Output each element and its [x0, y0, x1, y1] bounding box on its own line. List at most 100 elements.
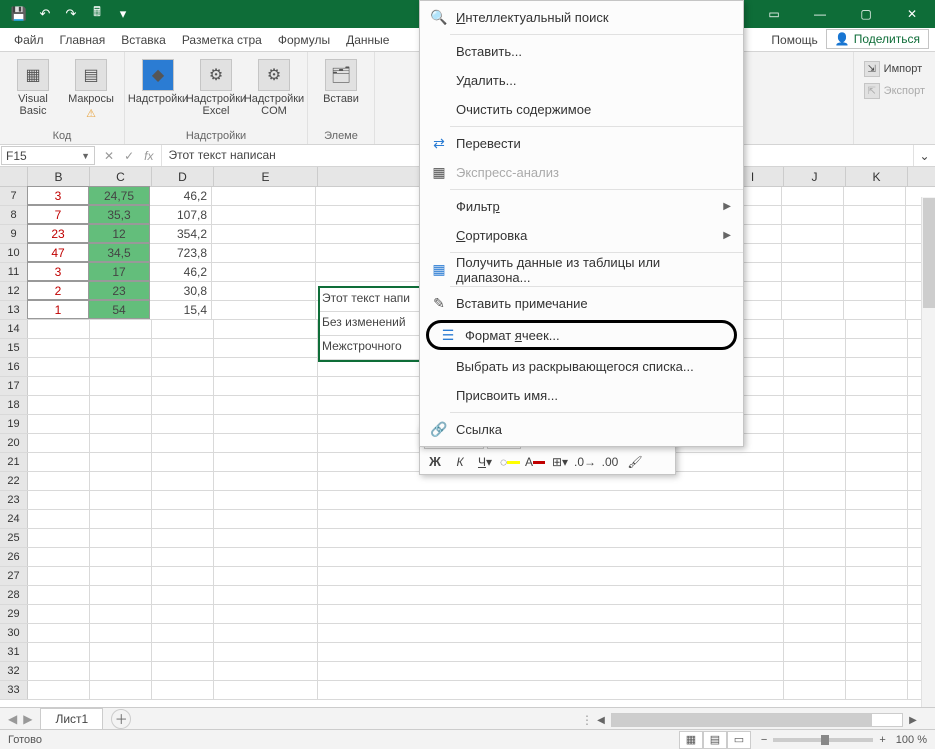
cell[interactable]: [784, 586, 846, 604]
cell[interactable]: [152, 643, 214, 661]
tab-formulas[interactable]: Формулы: [270, 29, 338, 51]
visual-basic-button[interactable]: ▦Visual Basic: [6, 55, 60, 117]
cell[interactable]: [722, 605, 784, 623]
row-header[interactable]: 24: [0, 510, 28, 528]
cell[interactable]: [722, 681, 784, 699]
cell[interactable]: [152, 529, 214, 547]
cell[interactable]: [90, 377, 152, 395]
cell[interactable]: [152, 586, 214, 604]
cell[interactable]: [318, 491, 722, 509]
cell[interactable]: [846, 472, 908, 490]
cell[interactable]: [152, 396, 214, 414]
qat-customize-icon[interactable]: ▾: [110, 1, 136, 27]
cell[interactable]: [214, 624, 318, 642]
cell[interactable]: [152, 491, 214, 509]
cell[interactable]: [722, 624, 784, 642]
menu-insert-comment[interactable]: ✎Вставить примечание: [420, 289, 743, 318]
cell[interactable]: [28, 491, 90, 509]
cell[interactable]: [28, 510, 90, 528]
view-normal-icon[interactable]: ▦: [679, 731, 703, 749]
cell[interactable]: [782, 206, 844, 224]
cell[interactable]: [152, 377, 214, 395]
menu-smart-search[interactable]: 🔍Интеллектуальный поиск: [420, 3, 743, 32]
cell[interactable]: [214, 339, 318, 357]
cell[interactable]: [784, 681, 846, 699]
cell[interactable]: [846, 567, 908, 585]
cell[interactable]: [152, 510, 214, 528]
select-all-corner[interactable]: [0, 167, 28, 186]
cell[interactable]: [784, 453, 846, 471]
cell[interactable]: [846, 339, 908, 357]
row-header[interactable]: 29: [0, 605, 28, 623]
col-header[interactable]: D: [152, 167, 214, 186]
cell[interactable]: 46,2: [150, 263, 212, 281]
excel-addins-button[interactable]: ⚙Надстройки Excel: [189, 55, 243, 117]
cell[interactable]: 107,8: [150, 206, 212, 224]
row-header[interactable]: 12: [0, 282, 28, 300]
cell[interactable]: [784, 662, 846, 680]
row-header[interactable]: 19: [0, 415, 28, 433]
cell[interactable]: [90, 643, 152, 661]
cell[interactable]: [212, 225, 316, 243]
row-header[interactable]: 10: [0, 244, 28, 262]
decrease-decimal-icon[interactable]: .00: [599, 452, 621, 472]
row-header[interactable]: 25: [0, 529, 28, 547]
cell[interactable]: [152, 472, 214, 490]
cell[interactable]: [784, 510, 846, 528]
row-header[interactable]: 28: [0, 586, 28, 604]
cell[interactable]: [722, 510, 784, 528]
cell[interactable]: [846, 681, 908, 699]
cell[interactable]: [784, 605, 846, 623]
cell[interactable]: [722, 453, 784, 471]
cell[interactable]: 7: [27, 205, 89, 224]
fx-icon[interactable]: fx: [144, 149, 153, 163]
zoom-level[interactable]: 100 %: [896, 734, 927, 746]
menu-clear-contents[interactable]: Очистить содержимое: [420, 95, 743, 124]
cell[interactable]: [90, 434, 152, 452]
cell[interactable]: [846, 510, 908, 528]
macros-button[interactable]: ▤Макросы⚠: [64, 55, 118, 120]
cell[interactable]: [722, 643, 784, 661]
menu-translate[interactable]: ⇄Перевести: [420, 129, 743, 158]
row-header[interactable]: 8: [0, 206, 28, 224]
cell[interactable]: [782, 301, 844, 319]
col-header[interactable]: C: [90, 167, 152, 186]
cell[interactable]: [90, 453, 152, 471]
expand-formula-bar-icon[interactable]: ⌄: [913, 145, 935, 166]
cell[interactable]: [846, 396, 908, 414]
undo-icon[interactable]: ↶: [32, 1, 58, 27]
add-sheet-button[interactable]: ＋: [111, 709, 131, 729]
horizontal-scrollbar[interactable]: ⋮ ◀ ▶: [581, 711, 921, 729]
cell[interactable]: [846, 624, 908, 642]
cell[interactable]: [782, 244, 844, 262]
cell[interactable]: [90, 320, 152, 338]
cell[interactable]: [28, 529, 90, 547]
cell[interactable]: [90, 567, 152, 585]
cell[interactable]: [90, 510, 152, 528]
increase-decimal-icon[interactable]: .0→: [574, 452, 596, 472]
cell[interactable]: [28, 377, 90, 395]
cell[interactable]: [844, 244, 906, 262]
cell[interactable]: [90, 396, 152, 414]
menu-delete[interactable]: Удалить...: [420, 66, 743, 95]
cell[interactable]: 3: [27, 186, 89, 205]
cell[interactable]: [212, 301, 316, 319]
cell[interactable]: [318, 605, 722, 623]
cell[interactable]: 2: [27, 281, 89, 300]
cell[interactable]: [28, 662, 90, 680]
close-icon[interactable]: ✕: [889, 0, 935, 28]
cell[interactable]: [846, 586, 908, 604]
cell[interactable]: [90, 339, 152, 357]
cell[interactable]: [152, 358, 214, 376]
cell[interactable]: [214, 377, 318, 395]
menu-link[interactable]: 🔗Ссылка: [420, 415, 743, 444]
name-box[interactable]: F15▼: [1, 146, 95, 165]
cell[interactable]: [152, 662, 214, 680]
cell[interactable]: [214, 415, 318, 433]
cell[interactable]: [318, 681, 722, 699]
italic-button[interactable]: К: [449, 452, 471, 472]
cell[interactable]: [212, 263, 316, 281]
underline-button[interactable]: Ч▾: [474, 452, 496, 472]
cell[interactable]: [28, 567, 90, 585]
vertical-scrollbar[interactable]: [921, 197, 935, 707]
